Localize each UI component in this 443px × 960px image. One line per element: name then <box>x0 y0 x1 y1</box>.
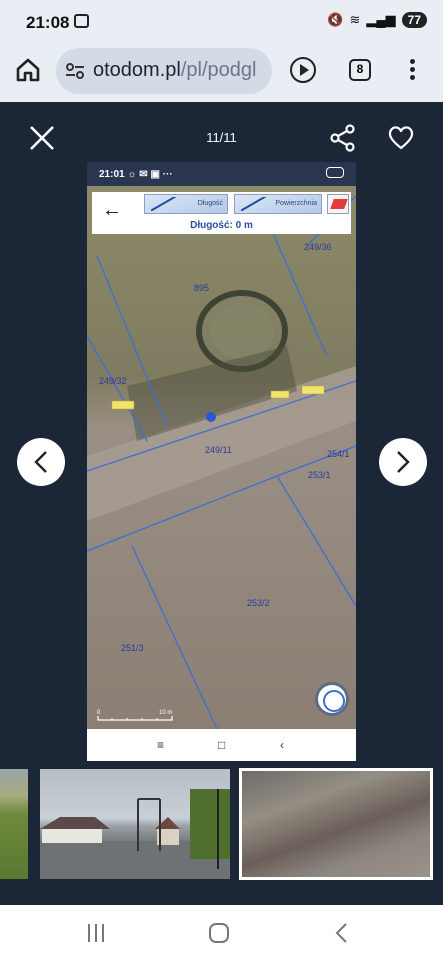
street-photo <box>40 789 230 879</box>
next-photo-button[interactable] <box>379 438 427 486</box>
gallery-header: 11/11 <box>0 102 443 162</box>
signal-icon: ▂▄▆ <box>366 12 396 27</box>
photo-back-icon: ‹ <box>280 738 284 752</box>
share-icon[interactable] <box>330 124 356 152</box>
tabs-button[interactable]: 8 <box>349 59 371 81</box>
mute-icon: 🔇 <box>327 12 344 27</box>
main-photo[interactable]: 21:01 ☼ ✉ ▣ ··· 249/36 895 249/32 249/11… <box>87 162 356 761</box>
length-tool-button[interactable]: Długość <box>144 194 228 214</box>
home-icon[interactable] <box>15 57 41 83</box>
thumbnail-map-selected[interactable] <box>239 768 433 880</box>
system-nav-bar <box>0 905 443 960</box>
chevron-left-icon <box>34 451 47 473</box>
status-bar: 21:08 🔇 ≋ ▂▄▆ 77 <box>0 0 443 44</box>
more-menu-icon[interactable] <box>405 57 419 83</box>
screenshot-icon <box>74 14 89 28</box>
play-icon[interactable] <box>290 57 316 83</box>
url-text: otodom.pl/pl/podgl <box>93 59 256 82</box>
parcel-label: 254/1 <box>327 449 350 459</box>
photo-nav-bar: ≡ □ ‹ <box>87 729 356 761</box>
previous-photo-button[interactable] <box>17 438 65 486</box>
parcel-label: 253/2 <box>247 598 270 608</box>
parcel-label: 251/3 <box>121 643 144 653</box>
chevron-right-icon <box>397 451 410 473</box>
parcel-label: 249/36 <box>304 242 332 252</box>
parcel-label: 249/11 <box>205 445 232 455</box>
photo-battery-icon <box>326 167 344 178</box>
area-tool-button[interactable]: Powierzchnia <box>234 194 322 214</box>
thumbnail-street[interactable] <box>40 769 230 879</box>
gallery-screen: 21:08 🔇 ≋ ▂▄▆ 77 otodom.pl/pl/podgl 8 11… <box>0 0 443 960</box>
back-arrow-icon[interactable]: ← <box>102 200 122 220</box>
url-domain: otodom.pl <box>93 59 181 81</box>
parcel-label: 253/1 <box>308 470 331 480</box>
compass-icon[interactable] <box>315 682 349 716</box>
system-back-icon[interactable] <box>334 922 350 944</box>
svg-text:0: 0 <box>97 710 101 716</box>
photo-status-time: 21:01 ☼ ✉ ▣ ··· <box>99 169 173 180</box>
site-settings-icon[interactable] <box>65 61 85 81</box>
parcel-label: 895 <box>194 283 209 293</box>
photo-status-bar: 21:01 ☼ ✉ ▣ ··· <box>87 162 356 186</box>
browser-toolbar: otodom.pl/pl/podgl 8 <box>0 44 443 102</box>
image-counter: 11/11 <box>206 130 237 145</box>
photo-home-icon: □ <box>218 738 226 752</box>
measure-toolbar: ← Długość Powierzchnia Długość: 0 m <box>92 192 351 234</box>
parcel-label: 249/32 <box>99 376 127 386</box>
url-path: /pl/podgl <box>180 59 257 81</box>
address-bar[interactable]: otodom.pl/pl/podgl <box>56 48 272 94</box>
favorite-heart-icon[interactable] <box>387 124 415 152</box>
eraser-tool-icon[interactable] <box>327 194 349 214</box>
status-icons: 🔇 ≋ ▂▄▆ 77 <box>327 12 427 28</box>
svg-text:10 m: 10 m <box>159 710 172 716</box>
parcel-map: 249/36 895 249/32 249/11 254/1 253/1 253… <box>87 186 356 729</box>
thumbnail-field[interactable] <box>0 769 28 879</box>
status-time: 21:08 <box>26 13 70 32</box>
battery-badge: 77 <box>401 12 427 28</box>
wifi-icon: ≋ <box>349 12 361 27</box>
photo-menu-icon: ≡ <box>157 738 165 752</box>
measure-length-label: Długość: 0 m <box>190 220 253 231</box>
system-home-icon[interactable] <box>209 923 229 943</box>
recent-apps-icon[interactable] <box>86 924 106 942</box>
map-scale: 0 10 m <box>97 710 173 721</box>
